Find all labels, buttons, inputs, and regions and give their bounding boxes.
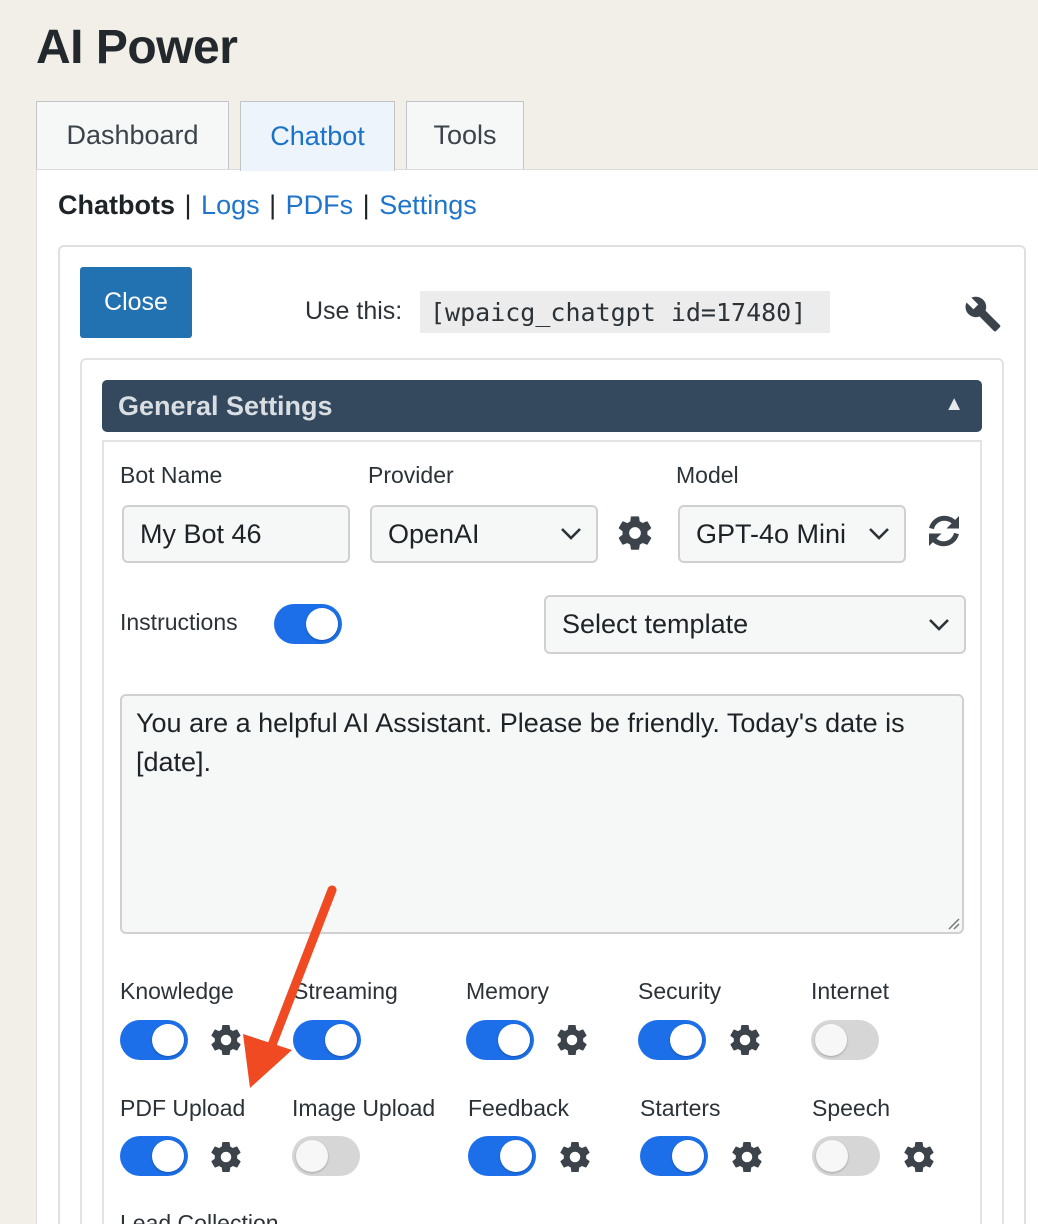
bot-name-value: My Bot 46 xyxy=(140,518,262,549)
bot-name-input[interactable]: My Bot 46 xyxy=(122,505,350,563)
general-settings-header[interactable]: General Settings ▲ xyxy=(102,380,982,432)
instructions-text: You are a helpful AI Assistant. Please b… xyxy=(136,708,905,777)
knowledge-gear-icon[interactable] xyxy=(208,1022,244,1058)
subnav: Chatbots | Logs | PDFs | Settings xyxy=(58,190,477,221)
provider-value: OpenAI xyxy=(388,518,480,549)
streaming-toggle[interactable] xyxy=(293,1020,361,1060)
shortcode-value[interactable]: [wpaicg_chatgpt id=17480] xyxy=(420,291,830,333)
chevron-down-icon xyxy=(869,528,889,540)
app-title: AI Power xyxy=(36,21,238,74)
memory-gear-icon[interactable] xyxy=(554,1022,590,1058)
subnav-logs-link[interactable]: Logs xyxy=(201,190,260,220)
general-settings-title: General Settings xyxy=(118,390,333,421)
streaming-label: Streaming xyxy=(293,978,398,1004)
subnav-separator: | xyxy=(269,190,277,220)
speech-label: Speech xyxy=(812,1095,891,1121)
tab-chatbot[interactable]: Chatbot xyxy=(240,101,395,171)
knowledge-label: Knowledge xyxy=(120,978,234,1004)
feedback-label: Feedback xyxy=(468,1095,570,1121)
pdf-upload-gear-icon[interactable] xyxy=(208,1139,244,1175)
tab-tools[interactable]: Tools xyxy=(406,101,524,169)
memory-toggle[interactable] xyxy=(466,1020,534,1060)
collapse-caret-icon: ▲ xyxy=(944,393,964,415)
subnav-chatbots: Chatbots xyxy=(58,190,175,220)
subnav-settings-link[interactable]: Settings xyxy=(379,190,477,220)
tab-dashboard[interactable]: Dashboard xyxy=(36,101,229,169)
chevron-down-icon xyxy=(929,618,949,631)
internet-label: Internet xyxy=(811,978,889,1004)
template-select-value: Select template xyxy=(562,609,749,639)
knowledge-toggle[interactable] xyxy=(120,1020,188,1060)
model-value: GPT-4o Mini xyxy=(696,518,847,549)
subnav-separator: | xyxy=(362,190,370,220)
internet-toggle[interactable] xyxy=(811,1020,879,1060)
provider-label: Provider xyxy=(368,462,454,488)
model-label: Model xyxy=(676,462,739,488)
instructions-toggle[interactable] xyxy=(274,604,342,644)
image-upload-label: Image Upload xyxy=(292,1095,436,1121)
pdf-upload-label: PDF Upload xyxy=(120,1095,246,1121)
feedback-gear-icon[interactable] xyxy=(557,1139,593,1175)
starters-gear-icon[interactable] xyxy=(729,1139,765,1175)
subnav-pdfs-link[interactable]: PDFs xyxy=(286,190,354,220)
model-select[interactable]: GPT-4o Mini xyxy=(678,505,906,563)
lead-collection-label: Lead Collection xyxy=(120,1210,279,1224)
memory-label: Memory xyxy=(466,978,550,1004)
subnav-separator: | xyxy=(184,190,192,220)
refresh-icon[interactable] xyxy=(924,511,964,551)
starters-label: Starters xyxy=(640,1095,721,1121)
chevron-down-icon xyxy=(561,528,581,540)
provider-gear-icon[interactable] xyxy=(615,513,655,553)
template-select[interactable]: Select template xyxy=(544,595,966,654)
security-toggle[interactable] xyxy=(638,1020,706,1060)
speech-toggle[interactable] xyxy=(812,1136,880,1176)
speech-gear-icon[interactable] xyxy=(901,1139,937,1175)
bot-name-label: Bot Name xyxy=(120,462,223,488)
pdf-upload-toggle[interactable] xyxy=(120,1136,188,1176)
close-button[interactable]: Close xyxy=(80,267,192,338)
instructions-textarea[interactable]: You are a helpful AI Assistant. Please b… xyxy=(120,694,964,934)
image-upload-toggle[interactable] xyxy=(292,1136,360,1176)
instructions-label: Instructions xyxy=(120,609,238,635)
security-gear-icon[interactable] xyxy=(727,1022,763,1058)
shortcode-label: Use this: xyxy=(305,297,403,325)
resize-grip-icon[interactable] xyxy=(944,914,960,930)
feedback-toggle[interactable] xyxy=(468,1136,536,1176)
starters-toggle[interactable] xyxy=(640,1136,708,1176)
wrench-icon[interactable] xyxy=(964,295,1002,333)
provider-select[interactable]: OpenAI xyxy=(370,505,598,563)
security-label: Security xyxy=(638,978,722,1004)
